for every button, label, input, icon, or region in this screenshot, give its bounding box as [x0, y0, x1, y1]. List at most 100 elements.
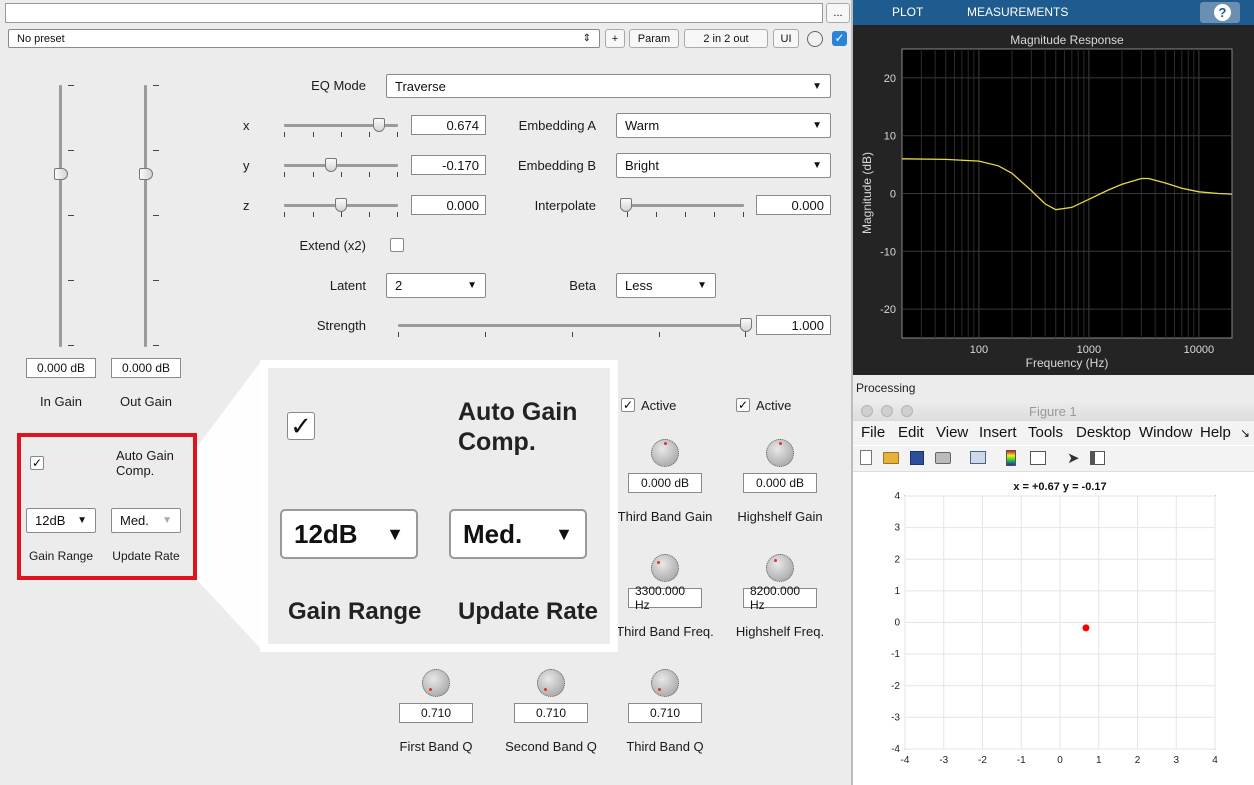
dropdown-arrow-icon: ▼ — [467, 280, 477, 291]
x-tick-label: 100 — [970, 344, 988, 356]
beta-value: Less — [625, 278, 653, 293]
out-gain-slider-thumb[interactable] — [139, 168, 153, 180]
x-tick-label: 4 — [1212, 755, 1218, 766]
xy-position-plot: x = +0.67 y = -0.17 -4 -3 -2 -1 0 1 2 3 4 -4 -3 -2 -… — [891, 481, 1218, 766]
tab-plot[interactable]: PLOT — [892, 5, 923, 19]
highshelf-freq-knob[interactable] — [766, 554, 794, 582]
z-value-field[interactable]: 0.000 — [411, 195, 486, 215]
y-slider[interactable] — [284, 164, 398, 167]
in-gain-slider[interactable] — [59, 85, 62, 347]
eq-mode-select[interactable]: Traverse ▼ — [386, 74, 831, 98]
x-tick-label: -3 — [939, 755, 948, 766]
third-band-q-knob[interactable] — [651, 669, 679, 697]
menu-file[interactable]: File — [861, 424, 885, 441]
tick — [68, 215, 74, 216]
save-icon[interactable] — [910, 451, 924, 465]
first-band-q-knob[interactable] — [422, 669, 450, 697]
interpolate-slider[interactable] — [626, 204, 744, 207]
y-value-field[interactable]: -0.170 — [411, 155, 486, 175]
embedding-a-select[interactable]: Warm ▼ — [616, 113, 831, 138]
x-axis-label: Frequency (Hz) — [1026, 356, 1109, 370]
highshelf-freq-value[interactable]: 8200.000 Hz — [743, 584, 817, 612]
print-icon[interactable] — [935, 452, 951, 464]
latent-label: Latent — [329, 278, 366, 293]
menu-desktop[interactable]: Desktop — [1076, 424, 1131, 441]
latent-select[interactable]: 2 ▼ — [386, 273, 486, 298]
in-gain-value[interactable]: 0.000 dB — [26, 358, 96, 378]
third-band-freq-value[interactable]: 3300.000 Hz — [628, 584, 702, 612]
menu-window[interactable]: Window — [1139, 424, 1192, 441]
out-gain-slider[interactable] — [144, 85, 147, 347]
in-gain-slider-thumb[interactable] — [54, 168, 68, 180]
tick — [685, 212, 686, 217]
x-slider-thumb[interactable] — [373, 118, 386, 132]
third-band-gain-value[interactable]: 0.000 dB — [628, 473, 702, 493]
third-band-gain-knob[interactable] — [651, 439, 679, 467]
top-text-field[interactable] — [5, 3, 823, 23]
z-slider-thumb[interactable] — [335, 198, 347, 212]
gain-range-select[interactable]: 12dB ▼ — [26, 508, 96, 533]
auto-gain-checkbox[interactable]: ✓ — [30, 456, 44, 470]
help-icon[interactable]: ? — [1200, 2, 1240, 23]
third-band-q-value[interactable]: 0.710 — [628, 703, 702, 723]
second-band-q-value[interactable]: 0.710 — [514, 703, 588, 723]
update-rate-select[interactable]: Med. ▼ — [111, 508, 181, 533]
embedding-b-select[interactable]: Bright ▼ — [616, 153, 831, 178]
y-slider-thumb[interactable] — [325, 158, 338, 172]
highshelf-active-label: Active — [756, 398, 792, 413]
new-file-icon[interactable] — [860, 450, 872, 465]
menu-overflow-icon[interactable]: ↘ — [1240, 426, 1250, 440]
second-band-q-knob[interactable] — [537, 669, 565, 697]
enable-checkbox[interactable]: ✓ — [832, 31, 847, 46]
strength-value-field[interactable]: 1.000 — [756, 315, 831, 335]
more-button[interactable]: ... — [826, 3, 850, 23]
tab-measurements[interactable]: MEASUREMENTS — [967, 5, 1068, 19]
gain-range-label: Gain Range — [28, 549, 94, 563]
third-band-gain-label: Third Band Gain — [617, 509, 713, 524]
y-label: y — [243, 158, 250, 173]
dropdown-arrow-icon: ▼ — [162, 515, 172, 526]
interpolate-slider-thumb[interactable] — [620, 198, 632, 212]
add-preset-button[interactable]: + — [605, 29, 625, 48]
menu-insert[interactable]: Insert — [979, 424, 1017, 441]
highshelf-gain-knob[interactable] — [766, 439, 794, 467]
colorbar-icon[interactable] — [1006, 450, 1016, 466]
strength-slider[interactable] — [398, 324, 746, 327]
menu-tools[interactable]: Tools — [1028, 424, 1063, 441]
y-tick-label: 20 — [884, 73, 896, 85]
window-minimize-button[interactable] — [881, 405, 893, 417]
strength-slider-thumb[interactable] — [740, 318, 752, 332]
dropdown-arrow-icon: ▼ — [812, 160, 822, 171]
menu-view[interactable]: View — [936, 424, 968, 441]
x-tick-label: 0 — [1057, 755, 1063, 766]
panel-icon[interactable] — [1090, 451, 1105, 465]
open-folder-icon[interactable] — [883, 452, 899, 464]
x-value-field[interactable]: 0.674 — [411, 115, 486, 135]
extend-checkbox[interactable] — [390, 238, 404, 252]
out-gain-value[interactable]: 0.000 dB — [111, 358, 181, 378]
strength-label: Strength — [316, 318, 366, 333]
pointer-icon[interactable]: ➤ — [1067, 449, 1080, 467]
io-button[interactable]: 2 in 2 out — [684, 29, 768, 48]
interpolate-value-field[interactable]: 0.000 — [756, 195, 831, 215]
link-icon[interactable] — [970, 451, 986, 464]
tick — [397, 132, 398, 137]
zoom-update-rate-select: Med. ▼ — [449, 509, 587, 559]
legend-icon[interactable] — [1030, 451, 1046, 465]
third-band-freq-knob[interactable] — [651, 554, 679, 582]
highshelf-active-checkbox[interactable]: ✓ — [736, 398, 750, 412]
third-band-active-label: Active — [641, 398, 677, 413]
preset-select[interactable]: No preset ⇕ — [8, 29, 600, 48]
power-knob-icon[interactable] — [807, 31, 823, 47]
highshelf-gain-value[interactable]: 0.000 dB — [743, 473, 817, 493]
preset-select-value: No preset — [17, 32, 65, 45]
third-band-active-checkbox[interactable]: ✓ — [621, 398, 635, 412]
menu-help[interactable]: Help — [1200, 424, 1231, 441]
beta-select[interactable]: Less ▼ — [616, 273, 716, 298]
first-band-q-value[interactable]: 0.710 — [399, 703, 473, 723]
menu-edit[interactable]: Edit — [898, 424, 924, 441]
param-button[interactable]: Param — [629, 29, 679, 48]
window-close-button[interactable] — [861, 405, 873, 417]
window-maximize-button[interactable] — [901, 405, 913, 417]
ui-button[interactable]: UI — [773, 29, 799, 48]
